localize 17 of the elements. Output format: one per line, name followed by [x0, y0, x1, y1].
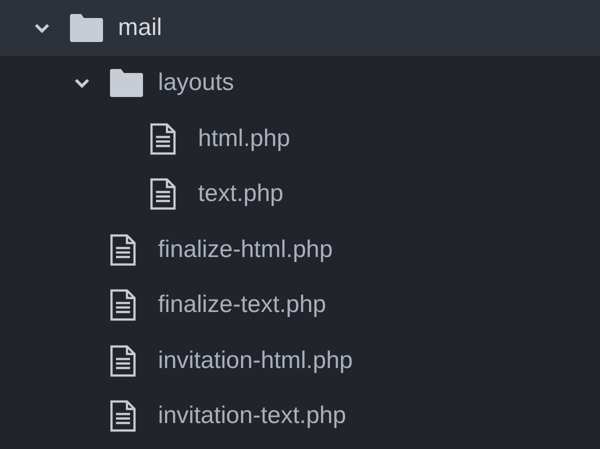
file-name: finalize-text.php	[158, 290, 326, 320]
document-icon	[110, 289, 136, 322]
document-icon	[150, 178, 176, 210]
file-name: invitation-text.php	[158, 401, 346, 432]
folder-icon	[70, 14, 103, 42]
file-name: html.php	[198, 124, 290, 154]
document-icon	[110, 400, 136, 432]
document-icon	[110, 234, 136, 266]
file-name: finalize-html.php	[158, 234, 333, 265]
document-icon	[150, 122, 176, 155]
folder-row[interactable]: mail	[0, 0, 600, 56]
file-name: invitation-html.php	[158, 346, 353, 376]
folder-name: mail	[118, 12, 162, 43]
document-icon	[110, 344, 136, 377]
file-name: text.php	[198, 179, 284, 210]
folder-icon	[110, 69, 143, 98]
folder-name: layouts	[158, 68, 234, 98]
